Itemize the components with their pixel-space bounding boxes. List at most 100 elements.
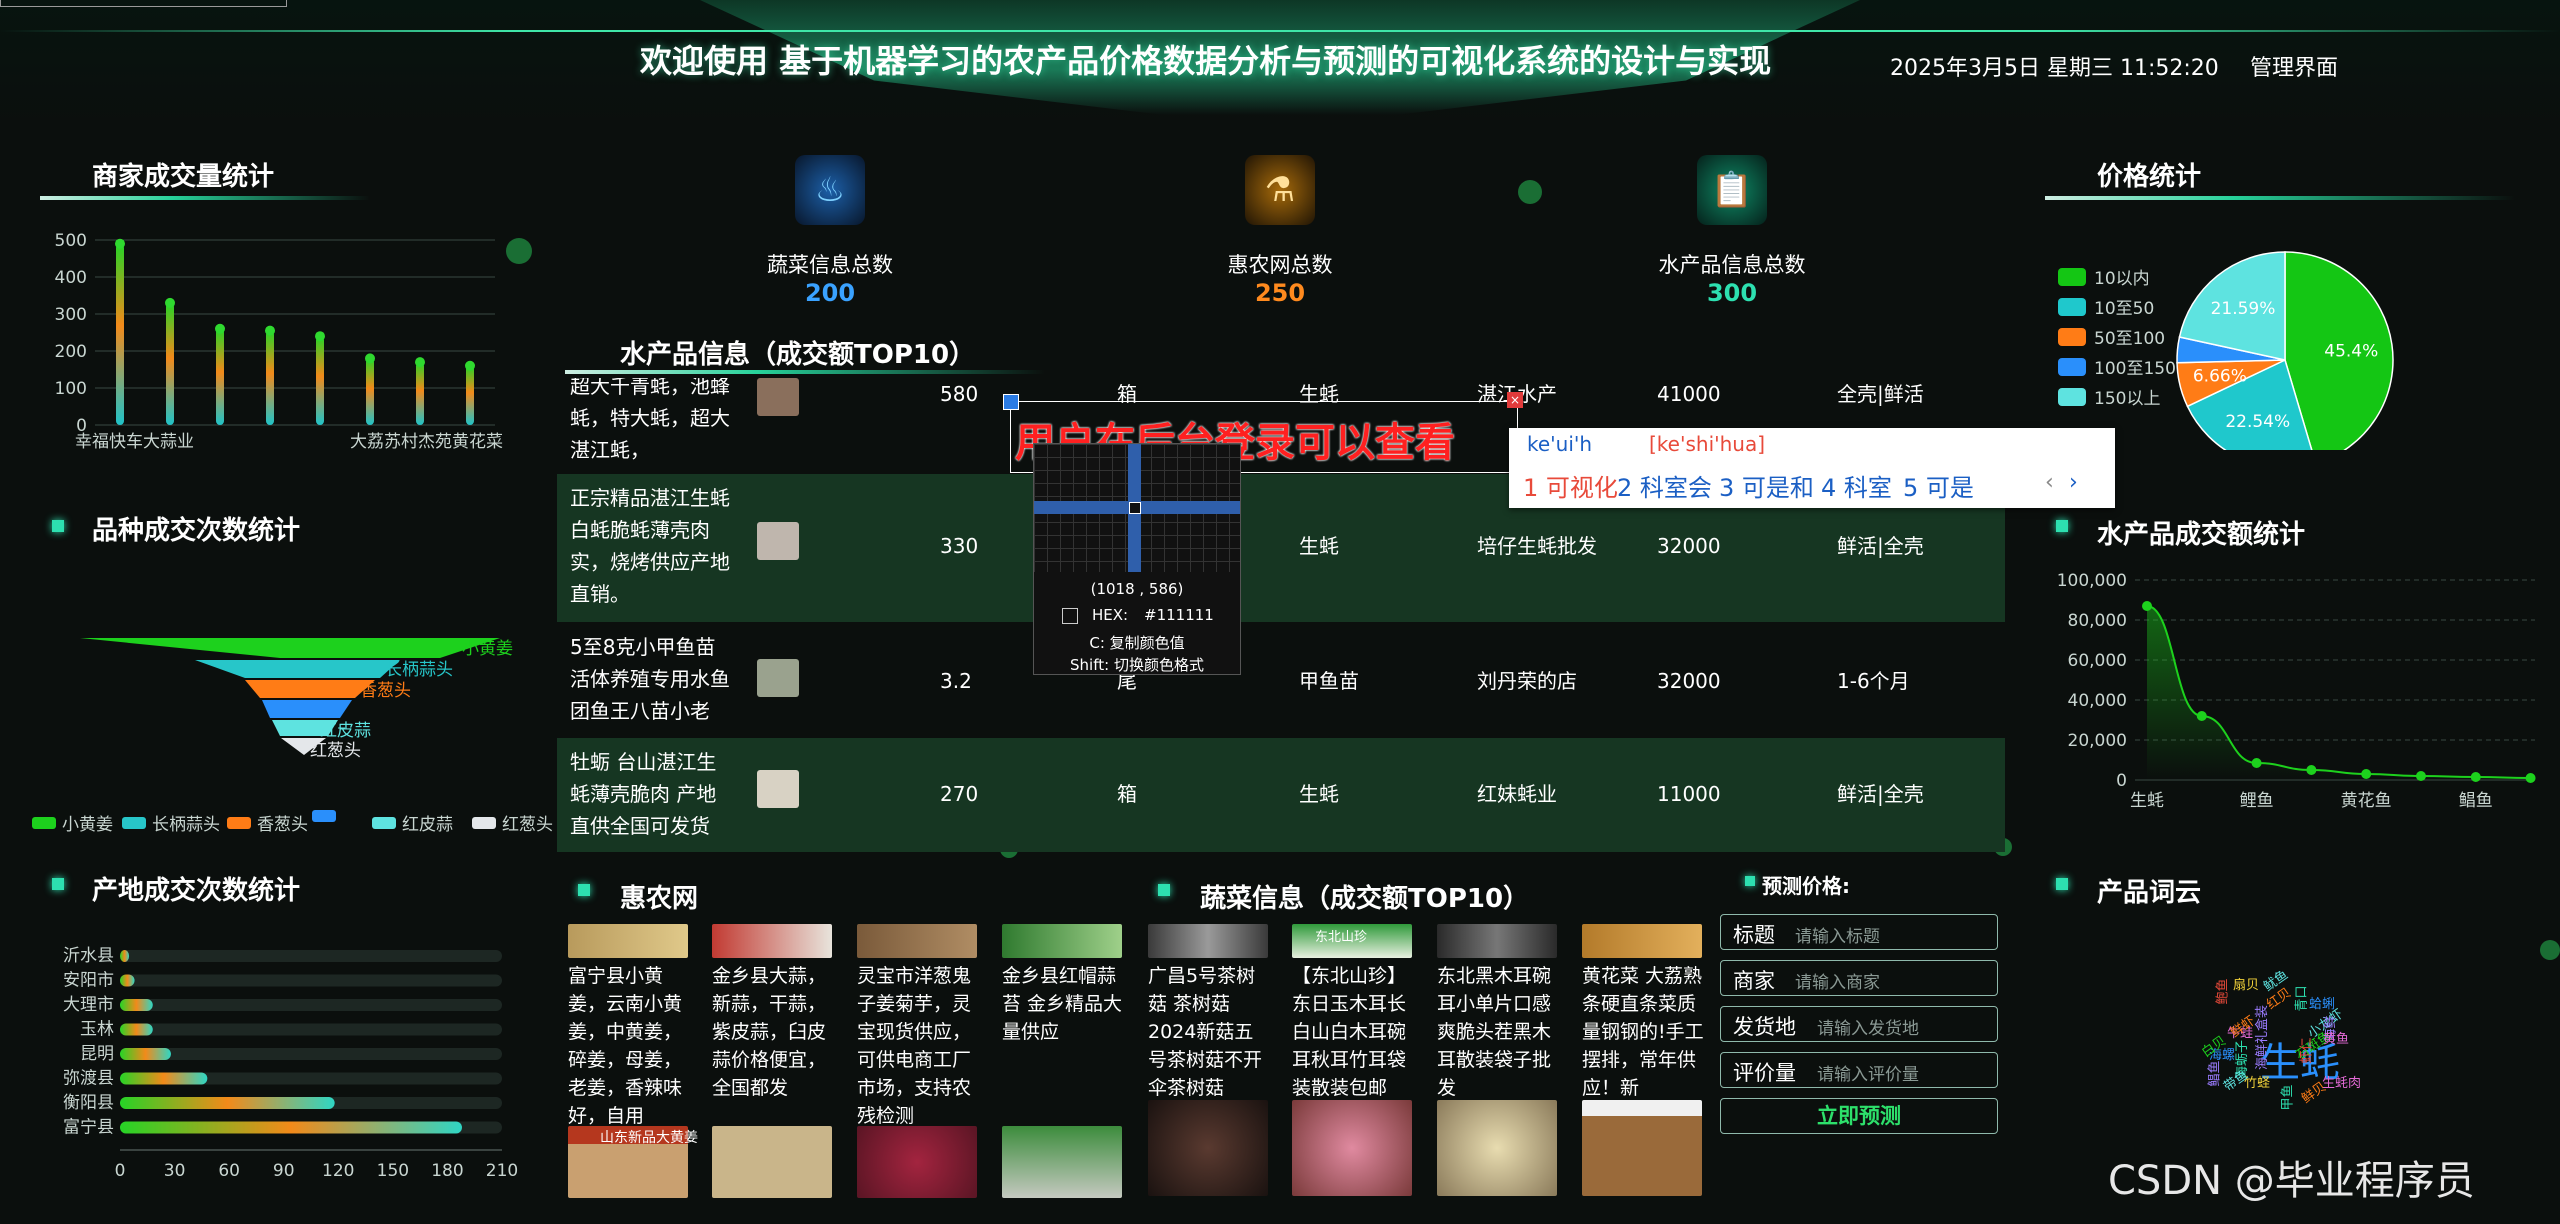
legend-swatch (2058, 267, 2086, 286)
product-desc[interactable]: 广昌5号茶树菇 茶树菇2024新菇五号茶树菇不开伞茶树菇 (1148, 962, 1270, 1102)
panel-title-merchant: 商家成交量统计 (92, 162, 275, 192)
legend-swatch (2058, 387, 2086, 406)
x-tick-label: 60 (218, 1161, 240, 1178)
word-cloud: 生蚝 海蛎子 红贝 生蚝肉 海鲜礼盒装 小龙虾 竹蛏 鲍鱼 石斑鱼 海螺 青口 鲜贝 牛蛙 海鲜 带鱼 扇贝虾… (2110, 960, 2430, 1130)
capture-close-icon[interactable]: × (1507, 392, 1523, 408)
field-label: 发货地 (1733, 1015, 1796, 1039)
cell-tag: 1-6个月 (1837, 669, 1910, 693)
legend-label: 10以内 (2094, 269, 2150, 289)
product-image[interactable] (1437, 1100, 1557, 1196)
legend-swatch (312, 810, 336, 822)
price-pie-chart: 45.4% 22.54% 6.66% 21.59% (2176, 251, 2394, 450)
product-desc[interactable]: 灵宝市洋葱鬼子姜菊芋，灵宝现货供应，可供电商工厂市场，支持农残检测 (857, 962, 979, 1130)
legend-item[interactable]: 小黄姜 (32, 810, 113, 835)
y-tick-label: 80,000 (2068, 611, 2127, 631)
bar (120, 1023, 153, 1036)
bar-cap (365, 353, 375, 364)
legend-item[interactable]: 红葱头 (472, 810, 553, 835)
legend-item[interactable]: 10以内 (2058, 264, 2150, 289)
panel-title-marker (1158, 884, 1170, 896)
word-cloud-word: 海鲜礼盒装 (2255, 1004, 2271, 1071)
stat-label: 蔬菜信息总数 (767, 253, 893, 277)
predict-button[interactable]: 立即预测 (1720, 1098, 1998, 1134)
bar (166, 302, 174, 425)
legend-item[interactable]: 150以上 (2058, 384, 2160, 409)
product-desc[interactable]: 【东北山珍】东日玉木耳长白山白木耳碗耳秋耳竹耳袋装散装包邮 (1292, 962, 1414, 1102)
y-tick-label: 60,000 (2068, 651, 2127, 671)
legend-item[interactable]: 长柄蒜头 (122, 810, 220, 835)
ime-candidate-window[interactable]: ke'ui'h [ke'shi'hua] 1 可视化 2 科室会 3 可是和 4 科室… (1509, 428, 2115, 508)
bar-cap (165, 297, 175, 308)
table-row[interactable]: 牡蛎 台山湛江生蚝薄壳脆肉 产地直供全国可发货 270 箱 生蚝 红妹蚝业 11… (557, 738, 2005, 852)
panel-title-aquatic-amount: 水产品成交额统计 (2097, 520, 2306, 550)
y-tick-label: 300 (55, 305, 87, 325)
bar (120, 1072, 208, 1085)
product-desc[interactable]: 黄花菜 大荔熟条硬直条菜质量钢钢的!手工摆排，常年供应！新 (1582, 962, 1704, 1102)
y-tick-label: 100 (55, 379, 87, 399)
ime-candidate[interactable]: 5 可是 (1903, 468, 1974, 503)
pie-label: 22.54% (2225, 412, 2290, 432)
line-point (2361, 769, 2372, 779)
picker-shift-hint: Shift: 切换颜色格式 (1070, 656, 1204, 674)
merchant-field[interactable]: 商家 请输入商家 (1720, 960, 1998, 996)
origin-field[interactable]: 发货地 请输入发货地 (1720, 1006, 1998, 1042)
product-desc[interactable]: 富宁县小黄姜，云南小黄姜，中黄姜，碎姜，母姜，老姜，香辣味好，自用 (568, 962, 690, 1130)
legend-item[interactable]: 100至150 (2058, 354, 2176, 379)
stat-aquatic: 📋 水产品信息总数 300 (1652, 155, 1812, 315)
stat-value: 200 (804, 279, 856, 307)
line-point (2525, 773, 2536, 783)
product-desc[interactable]: 金乡县大蒜，新蒜，干蒜，紫皮蒜，臼皮蒜价格便宜，全国都发 (712, 962, 834, 1102)
ime-prev-icon[interactable]: ‹ (2045, 470, 2054, 495)
deco-dot (1518, 180, 1542, 204)
ime-next-icon[interactable]: › (2069, 470, 2078, 495)
cell-amount: 41000 (1657, 382, 1721, 406)
product-desc[interactable]: 东北黑木耳碗耳小单片口感爽脆头茬黑木耳散装袋子批发 (1437, 962, 1559, 1102)
product-image[interactable] (1582, 924, 1702, 958)
cell-price: 3.2 (940, 669, 972, 693)
x-tick-label: 大荔苏村杰苑黄花菜 (350, 432, 503, 452)
panel-title-origin: 产地成交次数统计 (92, 876, 301, 906)
product-image[interactable] (712, 1126, 832, 1198)
product-image[interactable] (1148, 1100, 1268, 1196)
y-tick-label: 安阳市 (63, 971, 114, 991)
review-count-field[interactable]: 评价量 请输入评价量 (1720, 1052, 1998, 1088)
product-desc[interactable]: 金乡县红帽蒜苔 金乡精品大量供应 (1002, 962, 1124, 1046)
ime-candidate[interactable]: 1 可视化 (1523, 468, 1618, 503)
legend-label: 150以上 (2094, 389, 2161, 409)
product-image[interactable] (712, 924, 832, 958)
picker-hex: #111111 (1144, 606, 1214, 624)
product-image[interactable] (1582, 1100, 1702, 1196)
y-tick-label: 500 (55, 231, 87, 251)
capture-handle[interactable] (1003, 394, 1019, 410)
product-image[interactable] (568, 924, 688, 958)
ime-candidate[interactable]: 4 科室 (1821, 468, 1892, 503)
product-image[interactable] (1148, 924, 1268, 958)
product-image[interactable] (857, 924, 977, 958)
ime-input: ke'ui'h (1527, 432, 1593, 456)
bar (416, 362, 424, 425)
x-tick-label: 150 (377, 1161, 409, 1178)
legend-swatch (122, 816, 146, 829)
funnel-label-6: 红葱头 (310, 741, 361, 761)
legend-item[interactable]: 50至100 (2058, 324, 2165, 349)
panel-title-bar (2045, 196, 2515, 200)
legend-item[interactable] (312, 810, 342, 822)
ime-candidate[interactable]: 3 可是和 (1719, 468, 1814, 503)
title-field[interactable]: 标题 请输入标题 (1720, 914, 1998, 950)
product-image[interactable] (1002, 1126, 1122, 1198)
table-row[interactable]: 5至8克小甲鱼苗活体养殖专用水鱼团鱼王八苗小老 3.2 尾 甲鱼苗 刘丹荣的店 … (557, 623, 2005, 737)
product-image[interactable] (1292, 1100, 1412, 1196)
legend-swatch (472, 816, 496, 829)
cell-tag: 鲜活|全壳 (1837, 534, 1924, 558)
product-image[interactable] (857, 1126, 977, 1198)
admin-link[interactable]: 管理界面 (2250, 50, 2338, 82)
product-image[interactable] (1437, 924, 1557, 958)
cell-amount: 32000 (1657, 669, 1721, 693)
window-frame (0, 0, 287, 7)
ime-candidate[interactable]: 2 科室会 (1617, 468, 1712, 503)
legend-item[interactable]: 10至50 (2058, 294, 2154, 319)
legend-item[interactable]: 红皮蒜 (372, 810, 453, 835)
legend-item[interactable]: 香葱头 (227, 810, 308, 835)
cell-type: 甲鱼苗 (1299, 669, 1359, 693)
product-image[interactable] (1002, 924, 1122, 958)
